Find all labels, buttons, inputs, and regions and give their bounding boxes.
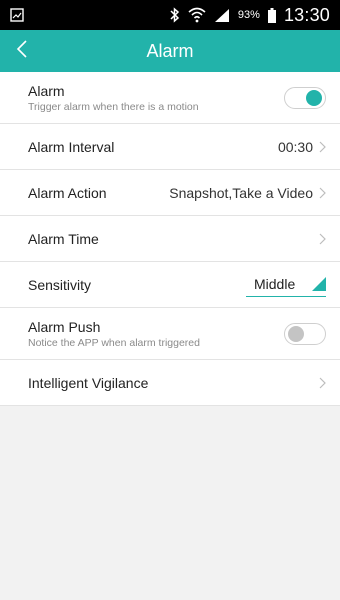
alarm-push-subtitle: Notice the APP when alarm triggered [28, 336, 200, 349]
chevron-right-icon [319, 141, 326, 153]
alarm-time-label: Alarm Time [28, 230, 99, 247]
intelligent-vigilance-row[interactable]: Intelligent Vigilance [0, 360, 340, 406]
alarm-label: Alarm [28, 82, 65, 99]
chevron-left-icon [16, 39, 28, 64]
sensitivity-select[interactable]: Middle [246, 273, 326, 297]
toggle-knob [306, 89, 322, 106]
alarm-interval-row[interactable]: Alarm Interval 00:30 [0, 124, 340, 170]
alarm-push-toggle[interactable] [284, 322, 326, 345]
alarm-push-row: Alarm Push Notice the APP when alarm tri… [0, 308, 340, 360]
settings-list: Alarm Trigger alarm when there is a moti… [0, 72, 340, 406]
alarm-action-label: Alarm Action [28, 184, 107, 201]
alarm-subtitle: Trigger alarm when there is a motion [28, 100, 199, 113]
gallery-icon [10, 8, 24, 22]
alarm-settings-screen: 93% 13:30 Alarm Alarm Trigger alarm when… [0, 0, 340, 600]
wifi-icon [188, 7, 206, 23]
status-bar: 93% 13:30 [0, 0, 340, 30]
alarm-interval-label: Alarm Interval [28, 138, 115, 155]
alarm-row: Alarm Trigger alarm when there is a moti… [0, 72, 340, 124]
battery-icon [267, 7, 276, 23]
dropdown-triangle-icon [312, 276, 326, 296]
clock: 13:30 [283, 4, 330, 25]
intelligent-vigilance-label: Intelligent Vigilance [28, 374, 149, 391]
alarm-push-label: Alarm Push [28, 318, 101, 335]
alarm-action-value: Snapshot,Take a Video [169, 184, 313, 201]
alarm-action-row[interactable]: Alarm Action Snapshot,Take a Video [0, 170, 340, 216]
battery-percent: 93% [237, 9, 260, 21]
alarm-toggle[interactable] [284, 86, 326, 109]
alarm-time-row[interactable]: Alarm Time [0, 216, 340, 262]
page-title: Alarm [146, 40, 194, 61]
chevron-right-icon [319, 377, 326, 389]
title-bar: Alarm [0, 30, 340, 72]
sensitivity-row: Sensitivity Middle [0, 262, 340, 308]
sensitivity-value: Middle [254, 276, 296, 292]
sensitivity-label: Sensitivity [28, 276, 92, 293]
back-button[interactable] [16, 30, 46, 72]
signal-icon [214, 8, 230, 22]
alarm-interval-value: 00:30 [277, 138, 313, 155]
chevron-right-icon [319, 233, 326, 245]
bluetooth-icon [170, 7, 180, 23]
toggle-knob [288, 325, 304, 342]
chevron-right-icon [319, 187, 326, 199]
